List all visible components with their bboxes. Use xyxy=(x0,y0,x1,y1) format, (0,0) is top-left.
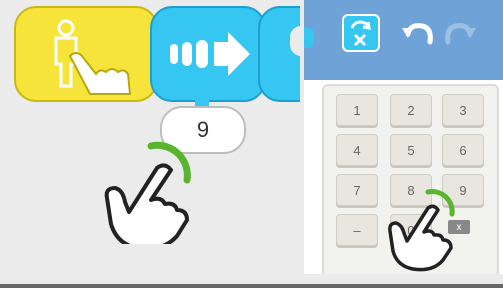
key-5[interactable]: 5 xyxy=(390,134,432,166)
pointing-hand-icon xyxy=(388,189,455,272)
touch-start-icon xyxy=(54,19,132,95)
erase-block-icon xyxy=(350,20,371,47)
redo-icon[interactable] xyxy=(444,20,478,48)
key-6[interactable]: 6 xyxy=(442,134,484,166)
erase-block-button[interactable] xyxy=(342,14,380,52)
key-7[interactable]: 7 xyxy=(336,174,378,206)
block-edge xyxy=(304,28,314,48)
undo-icon[interactable] xyxy=(400,20,434,48)
key-1[interactable]: 1 xyxy=(336,94,378,126)
move-forward-icon xyxy=(170,32,250,76)
block-editor-panel: 9 xyxy=(0,0,300,288)
key-2[interactable]: 2 xyxy=(390,94,432,126)
next-block-notch xyxy=(290,26,300,56)
pointing-hand-icon xyxy=(104,141,191,244)
bottom-divider xyxy=(0,284,503,288)
key-minus[interactable]: – xyxy=(336,214,378,246)
key-4[interactable]: 4 xyxy=(336,134,378,166)
move-forward-block[interactable] xyxy=(150,6,266,102)
key-3[interactable]: 3 xyxy=(442,94,484,126)
start-on-tap-block[interactable] xyxy=(14,6,158,102)
tablet-screen: 1 2 3 4 5 6 7 8 9 – 0 x xyxy=(304,0,503,274)
toolbar xyxy=(304,0,503,80)
